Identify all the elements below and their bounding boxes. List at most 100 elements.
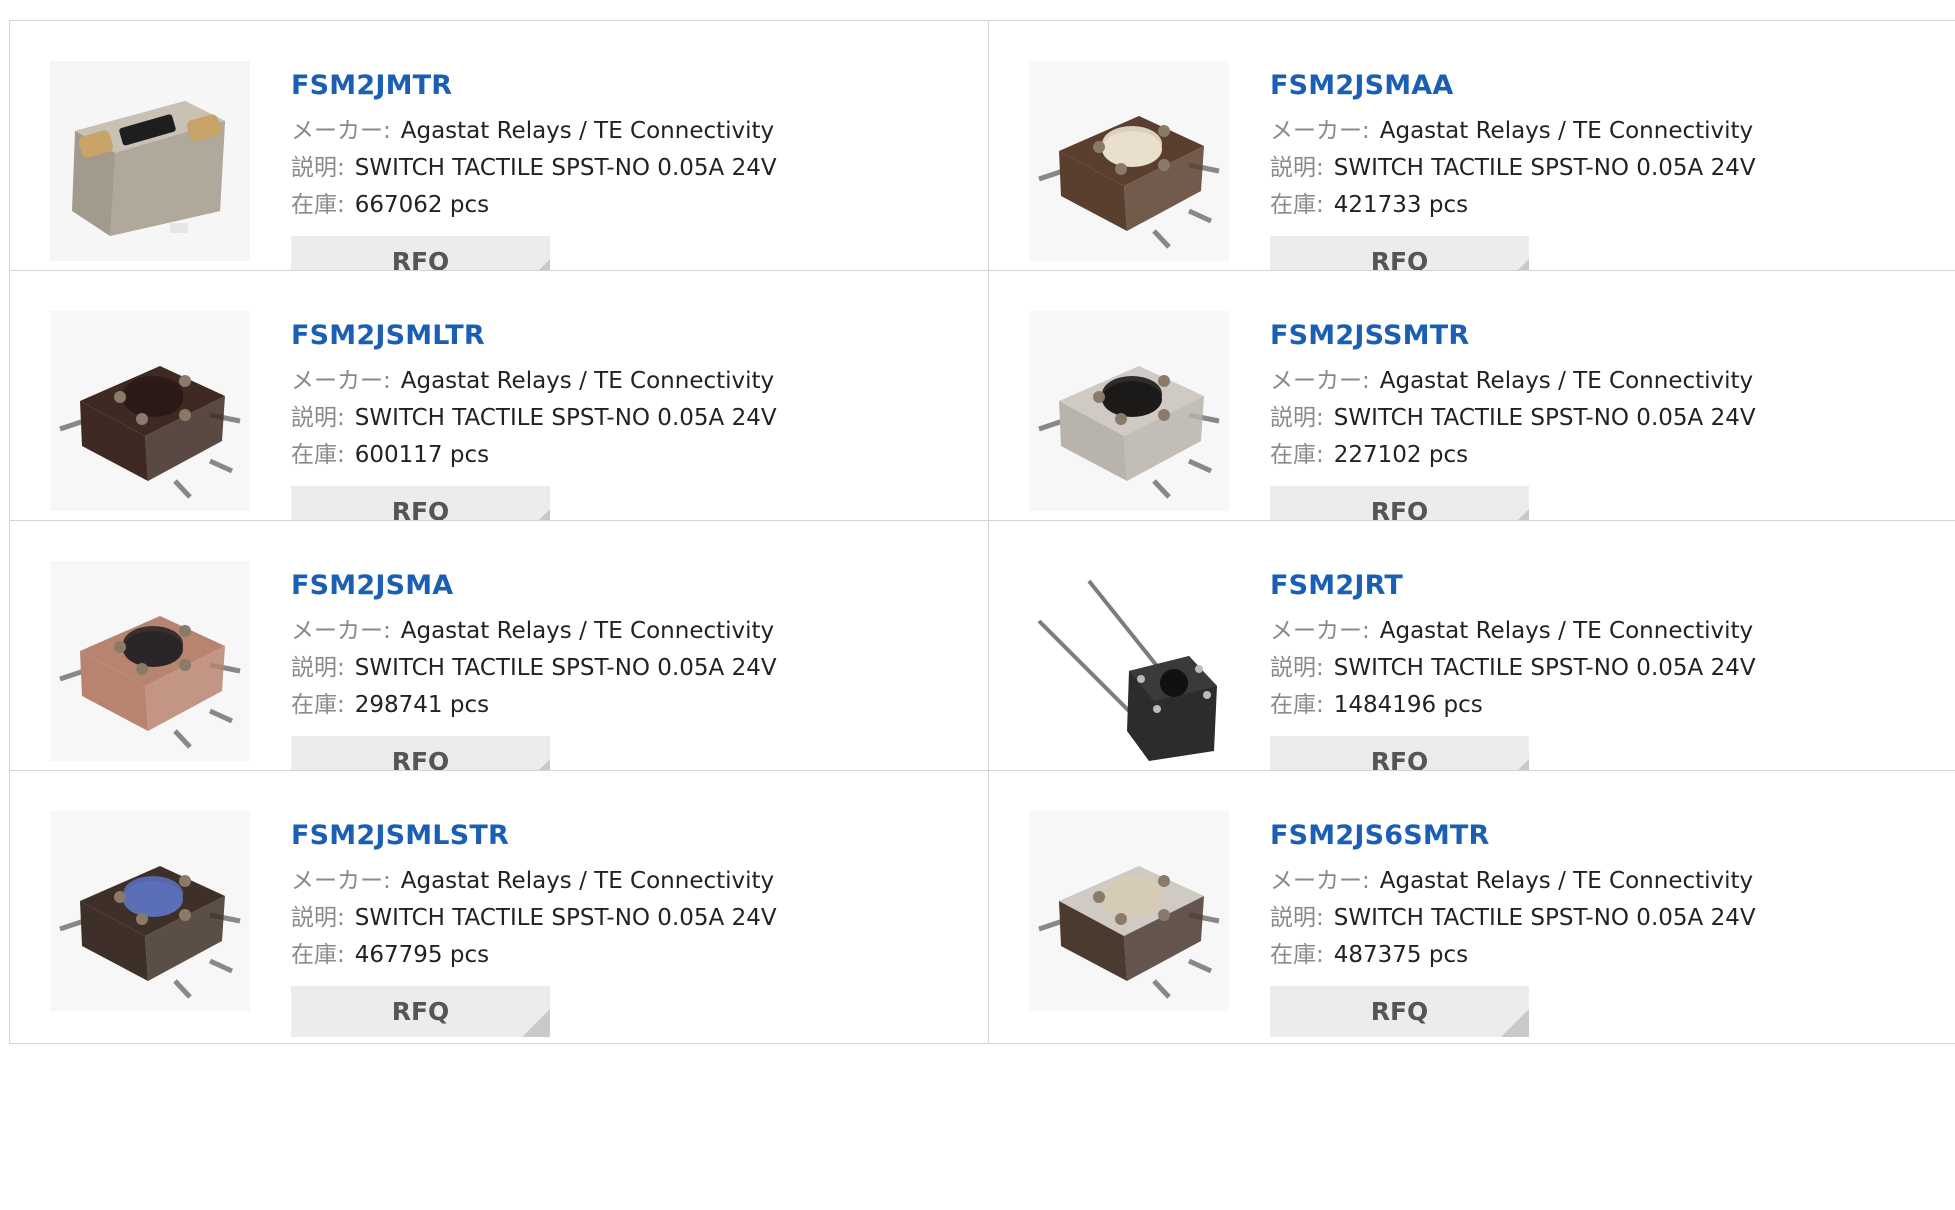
- maker-value: Agastat Relays / TE Connectivity: [400, 368, 775, 394]
- product-card-fsm2jsmlstr: FSM2JSMLSTR メーカー: Agastat Relays / TE Con…: [10, 771, 988, 1043]
- part-number-link[interactable]: FSM2JSMAA: [1270, 69, 1920, 103]
- stock-line: 在庫: 227102 pcs: [1270, 437, 1920, 474]
- maker-line: メーカー: Agastat Relays / TE Connectivity: [291, 113, 941, 150]
- description-label: 説明:: [1270, 905, 1324, 931]
- maker-value: Agastat Relays / TE Connectivity: [1379, 368, 1754, 394]
- tactile-switch-cream-image[interactable]: [1029, 61, 1229, 261]
- stock-label: 在庫:: [291, 442, 345, 468]
- rfq-button[interactable]: RFQ: [291, 986, 550, 1037]
- tactile-switch-beige-image[interactable]: [1029, 811, 1229, 1011]
- description-value: SWITCH TACTILE SPST-NO 0.05A 24V: [354, 405, 777, 431]
- stock-value: 600117 pcs: [354, 442, 490, 468]
- stock-value: 1484196 pcs: [1333, 692, 1483, 718]
- stock-line: 在庫: 421733 pcs: [1270, 187, 1920, 224]
- description-value: SWITCH TACTILE SPST-NO 0.05A 24V: [354, 155, 777, 181]
- rfq-label: RFQ: [391, 997, 450, 1026]
- corner-decoration: [522, 1009, 550, 1037]
- product-row: FSM2JSMA メーカー: Agastat Relays / TE Connec…: [9, 520, 1955, 794]
- part-number-link[interactable]: FSM2JSMLTR: [291, 319, 941, 353]
- product-info: FSM2JSMA メーカー: Agastat Relays / TE Connec…: [291, 569, 941, 787]
- product-info: FSM2JSMLTR メーカー: Agastat Relays / TE Conn…: [291, 319, 941, 537]
- stock-line: 在庫: 467795 pcs: [291, 937, 941, 974]
- product-row: FSM2JSMLTR メーカー: Agastat Relays / TE Conn…: [9, 270, 1955, 544]
- description-line: 説明: SWITCH TACTILE SPST-NO 0.05A 24V: [1270, 900, 1920, 937]
- maker-label: メーカー:: [291, 868, 391, 894]
- maker-line: メーカー: Agastat Relays / TE Connectivity: [1270, 613, 1920, 650]
- description-label: 説明:: [1270, 405, 1324, 431]
- tactile-switch-metal-image[interactable]: [1029, 311, 1229, 511]
- stock-value: 667062 pcs: [354, 192, 490, 218]
- tactile-switch-through-hole-image[interactable]: [1029, 561, 1229, 761]
- stock-line: 在庫: 298741 pcs: [291, 687, 941, 724]
- stock-value: 298741 pcs: [354, 692, 490, 718]
- description-value: SWITCH TACTILE SPST-NO 0.05A 24V: [1333, 405, 1756, 431]
- description-value: SWITCH TACTILE SPST-NO 0.05A 24V: [354, 905, 777, 931]
- maker-line: メーカー: Agastat Relays / TE Connectivity: [1270, 113, 1920, 150]
- stock-label: 在庫:: [1270, 692, 1324, 718]
- stock-label: 在庫:: [291, 192, 345, 218]
- product-card-fsm2jssmtr: FSM2JSSMTR メーカー: Agastat Relays / TE Conn…: [988, 271, 1955, 543]
- maker-line: メーカー: Agastat Relays / TE Connectivity: [1270, 363, 1920, 400]
- maker-label: メーカー:: [291, 368, 391, 394]
- product-card-fsm2js6smtr: FSM2JS6SMTR メーカー: Agastat Relays / TE Con…: [988, 771, 1955, 1043]
- part-number-link[interactable]: FSM2JSMA: [291, 569, 941, 603]
- tactile-switch-copper-image[interactable]: [50, 561, 250, 761]
- description-label: 説明:: [291, 655, 345, 681]
- maker-label: メーカー:: [291, 118, 391, 144]
- part-number-link[interactable]: FSM2JMTR: [291, 69, 941, 103]
- maker-label: メーカー:: [291, 618, 391, 644]
- product-info: FSM2JSSMTR メーカー: Agastat Relays / TE Conn…: [1270, 319, 1920, 537]
- product-card-fsm2jrt: FSM2JRT メーカー: Agastat Relays / TE Connect…: [988, 521, 1955, 793]
- maker-value: Agastat Relays / TE Connectivity: [400, 618, 775, 644]
- stock-value: 421733 pcs: [1333, 192, 1469, 218]
- maker-label: メーカー:: [1270, 618, 1370, 644]
- rfq-button[interactable]: RFQ: [1270, 986, 1529, 1037]
- description-label: 説明:: [1270, 655, 1324, 681]
- maker-label: メーカー:: [1270, 868, 1370, 894]
- stock-value: 227102 pcs: [1333, 442, 1469, 468]
- corner-decoration: [1501, 1009, 1529, 1037]
- part-number-link[interactable]: FSM2JSMLSTR: [291, 819, 941, 853]
- description-label: 説明:: [1270, 155, 1324, 181]
- description-value: SWITCH TACTILE SPST-NO 0.05A 24V: [1333, 155, 1756, 181]
- stock-line: 在庫: 1484196 pcs: [1270, 687, 1920, 724]
- side-switch-image[interactable]: [50, 61, 250, 261]
- description-line: 説明: SWITCH TACTILE SPST-NO 0.05A 24V: [291, 400, 941, 437]
- product-info: FSM2JS6SMTR メーカー: Agastat Relays / TE Con…: [1270, 819, 1920, 1037]
- stock-label: 在庫:: [291, 692, 345, 718]
- product-info: FSM2JSMLSTR メーカー: Agastat Relays / TE Con…: [291, 819, 941, 1037]
- stock-label: 在庫:: [291, 942, 345, 968]
- maker-line: メーカー: Agastat Relays / TE Connectivity: [291, 363, 941, 400]
- description-value: SWITCH TACTILE SPST-NO 0.05A 24V: [1333, 905, 1756, 931]
- stock-value: 487375 pcs: [1333, 942, 1469, 968]
- tactile-switch-dark-image[interactable]: [50, 311, 250, 511]
- maker-value: Agastat Relays / TE Connectivity: [400, 868, 775, 894]
- maker-value: Agastat Relays / TE Connectivity: [1379, 618, 1754, 644]
- product-card-fsm2jmtr: FSM2JMTR メーカー: Agastat Relays / TE Connec…: [10, 21, 988, 293]
- tactile-switch-blue-image[interactable]: [50, 811, 250, 1011]
- maker-line: メーカー: Agastat Relays / TE Connectivity: [1270, 863, 1920, 900]
- maker-label: メーカー:: [1270, 118, 1370, 144]
- product-info: FSM2JMTR メーカー: Agastat Relays / TE Connec…: [291, 69, 941, 287]
- part-number-link[interactable]: FSM2JS6SMTR: [1270, 819, 1920, 853]
- stock-label: 在庫:: [1270, 942, 1324, 968]
- rfq-label: RFQ: [1370, 997, 1429, 1026]
- description-value: SWITCH TACTILE SPST-NO 0.05A 24V: [354, 655, 777, 681]
- product-row: FSM2JSMLSTR メーカー: Agastat Relays / TE Con…: [9, 770, 1955, 1044]
- description-line: 説明: SWITCH TACTILE SPST-NO 0.05A 24V: [291, 150, 941, 187]
- maker-line: メーカー: Agastat Relays / TE Connectivity: [291, 613, 941, 650]
- description-value: SWITCH TACTILE SPST-NO 0.05A 24V: [1333, 655, 1756, 681]
- description-label: 説明:: [291, 905, 345, 931]
- product-card-fsm2jsma: FSM2JSMA メーカー: Agastat Relays / TE Connec…: [10, 521, 988, 793]
- maker-label: メーカー:: [1270, 368, 1370, 394]
- description-line: 説明: SWITCH TACTILE SPST-NO 0.05A 24V: [1270, 650, 1920, 687]
- description-label: 説明:: [291, 155, 345, 181]
- part-number-link[interactable]: FSM2JRT: [1270, 569, 1920, 603]
- description-line: 説明: SWITCH TACTILE SPST-NO 0.05A 24V: [1270, 400, 1920, 437]
- description-line: 説明: SWITCH TACTILE SPST-NO 0.05A 24V: [291, 900, 941, 937]
- stock-line: 在庫: 667062 pcs: [291, 187, 941, 224]
- description-label: 説明:: [291, 405, 345, 431]
- maker-line: メーカー: Agastat Relays / TE Connectivity: [291, 863, 941, 900]
- product-row: FSM2JMTR メーカー: Agastat Relays / TE Connec…: [9, 20, 1955, 294]
- part-number-link[interactable]: FSM2JSSMTR: [1270, 319, 1920, 353]
